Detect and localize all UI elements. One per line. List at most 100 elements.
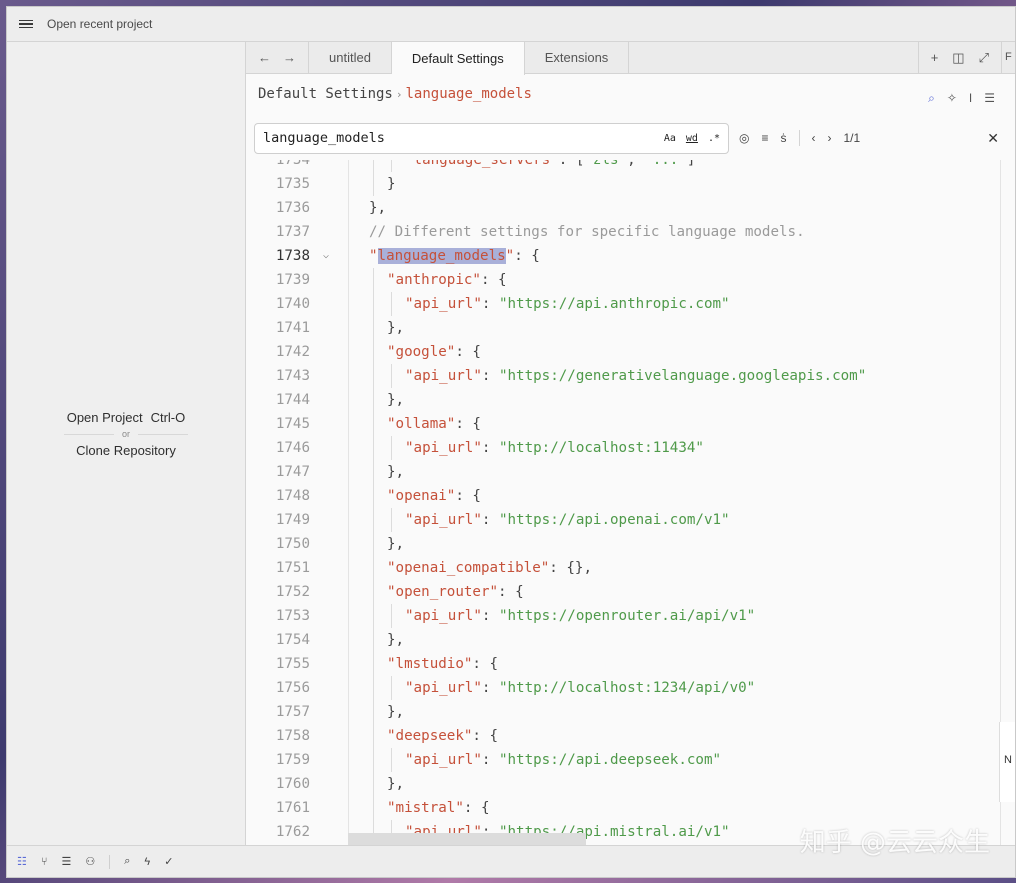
sliders-icon[interactable]: ☰ [984, 91, 995, 106]
collab-icon[interactable]: ⚇ [85, 855, 95, 868]
split-pane-icon[interactable]: ◫ [952, 50, 964, 66]
search-selection-icon[interactable]: ◎ [739, 131, 749, 145]
code-line[interactable]: 1759 "api_url": "https://api.deepseek.com… [246, 748, 1015, 772]
breadcrumb-leaf[interactable]: language_models [405, 86, 531, 102]
code-line[interactable]: 1747}, [246, 460, 1015, 484]
code-line[interactable]: 1754}, [246, 628, 1015, 652]
lightning-icon[interactable]: ϟ [144, 856, 150, 868]
code-text: "api_url": "http://localhost:11434" [405, 436, 704, 460]
code-text: }, [387, 460, 404, 484]
line-number: 1754 [275, 632, 310, 648]
replace-toggle-icon[interactable]: ≡ [761, 131, 768, 145]
horizontal-scrollbar-thumb[interactable] [348, 833, 586, 845]
code-line[interactable]: 1760}, [246, 772, 1015, 796]
select-all-matches-icon[interactable]: ṡ [781, 131, 787, 145]
search-icon[interactable]: ⌕ [928, 91, 935, 106]
code-token: zls [592, 160, 619, 168]
next-match-icon[interactable]: › [828, 131, 832, 145]
code-token: }, [387, 392, 405, 408]
new-tab-icon[interactable]: + [931, 50, 939, 65]
code-line[interactable]: 1741}, [246, 316, 1015, 340]
code-token: "https://api.openai.com/v1" [498, 512, 730, 528]
git-branch-icon[interactable]: ⑂ [41, 856, 48, 868]
tab-extensions[interactable]: Extensions [525, 42, 630, 73]
code-token: " [369, 248, 378, 264]
code-text: }, [387, 700, 404, 724]
line-number: 1745 [275, 416, 310, 432]
breadcrumb: Default Settings › language_models [258, 86, 532, 102]
code-line[interactable]: 1744}, [246, 388, 1015, 412]
code-line[interactable]: 1736}, [246, 196, 1015, 220]
code-line[interactable]: 1749 "api_url": "https://api.openai.com/v… [246, 508, 1015, 532]
hamburger-menu-icon[interactable] [19, 19, 33, 29]
outline-icon[interactable]: ☰ [61, 855, 71, 868]
code-line[interactable]: 1748 "openai": { [246, 484, 1015, 508]
code-line[interactable]: 1752 "open_router": { [246, 580, 1015, 604]
code-text: }, [387, 772, 404, 796]
breadcrumb-root[interactable]: Default Settings [258, 86, 393, 102]
code-line[interactable]: 1740 "api_url": "https://api.anthropic.co… [246, 292, 1015, 316]
recent-project-title[interactable]: Open recent project [47, 17, 152, 31]
line-number: 1739 [275, 272, 310, 288]
open-project-button[interactable]: Open Project [67, 410, 143, 425]
search-icon[interactable]: ⌕ [124, 855, 130, 868]
code-line[interactable]: 1743 "api_url": "https://generativelangua… [246, 364, 1015, 388]
code-token: }, [387, 632, 405, 648]
code-line[interactable]: 1739 "anthropic": { [246, 268, 1015, 292]
regex-toggle[interactable]: .* [708, 133, 720, 144]
code-token: "openai" [387, 488, 456, 504]
whole-word-toggle[interactable]: wd [686, 133, 698, 144]
code-line[interactable]: 1761 "mistral": { [246, 796, 1015, 820]
code-text: "ollama": { [387, 412, 481, 436]
code-line[interactable]: 1734 "language_servers": ["zls", "..."] [246, 160, 1015, 172]
back-arrow-icon[interactable]: ← [258, 50, 271, 65]
code-line[interactable]: 1753 "api_url": "https://openrouter.ai/ap… [246, 604, 1015, 628]
line-number: 1760 [275, 776, 310, 792]
code-line[interactable]: 1756 "api_url": "http://localhost:1234/ap… [246, 676, 1015, 700]
code-line[interactable]: 1737 // Different settings for specific l… [246, 220, 1015, 244]
code-text: "anthropic": { [387, 268, 507, 292]
tab-default-settings[interactable]: Default Settings [391, 42, 525, 75]
code-token: // Different settings for specific langu… [369, 224, 805, 240]
code-line[interactable]: 1755 "lmstudio": { [246, 652, 1015, 676]
code-token: "api_url" [405, 512, 482, 528]
code-token: "https://api.anthropic.com" [498, 296, 730, 312]
check-icon[interactable]: ✓ [164, 855, 173, 868]
code-token: "api_url" [405, 296, 482, 312]
project-sidebar: Open Project Ctrl-O or Clone Repository [7, 42, 246, 845]
code-text: "mistral": { [387, 796, 490, 820]
clone-repository-button[interactable]: Clone Repository [7, 443, 245, 458]
code-token: }, [387, 464, 405, 480]
code-token: "lmstudio" [387, 656, 473, 672]
code-line[interactable]: 1751 "openai_compatible": {}, [246, 556, 1015, 580]
code-token: "openai_compatible" [387, 560, 550, 576]
code-line[interactable]: 1742 "google": { [246, 340, 1015, 364]
code-line[interactable]: 1757}, [246, 700, 1015, 724]
line-number: 1743 [275, 368, 310, 384]
tab-untitled[interactable]: untitled [309, 42, 392, 73]
code-line[interactable]: 1738 ⌵ "language_models": { [246, 244, 1015, 268]
project-panel-icon[interactable]: ☷ [17, 855, 27, 868]
code-line[interactable]: 1750}, [246, 532, 1015, 556]
code-text: "deepseek": { [387, 724, 498, 748]
close-search-icon[interactable]: ✕ [987, 130, 1005, 147]
search-input-value[interactable]: language_models [263, 130, 664, 146]
code-line[interactable]: 1746 "api_url": "http://localhost:11434" [246, 436, 1015, 460]
fold-chevron-icon[interactable]: ⌵ [323, 244, 329, 268]
code-token: "api_url" [405, 608, 482, 624]
code-text: "api_url": "https://openrouter.ai/api/v1… [405, 604, 755, 628]
sparkle-assist-icon[interactable]: ✧ [947, 91, 957, 106]
text-cursor-icon[interactable]: I [969, 91, 972, 106]
search-input[interactable]: language_models Aa wd .* [254, 122, 729, 154]
prev-match-icon[interactable]: ‹ [812, 131, 816, 145]
code-token: "open_router" [387, 584, 499, 600]
code-line[interactable]: 1735} [246, 172, 1015, 196]
maximize-icon[interactable]: ⤢ [979, 50, 989, 66]
forward-arrow-icon[interactable]: → [283, 50, 296, 65]
code-line[interactable]: 1745 "ollama": { [246, 412, 1015, 436]
code-token: : { [472, 656, 499, 672]
code-editor[interactable]: 1734 "language_servers": ["zls", "..."] 17… [246, 160, 1015, 845]
code-line[interactable]: 1758 "deepseek": { [246, 724, 1015, 748]
adjacent-pane-tab[interactable]: F [1001, 42, 1015, 73]
match-case-toggle[interactable]: Aa [664, 133, 676, 144]
